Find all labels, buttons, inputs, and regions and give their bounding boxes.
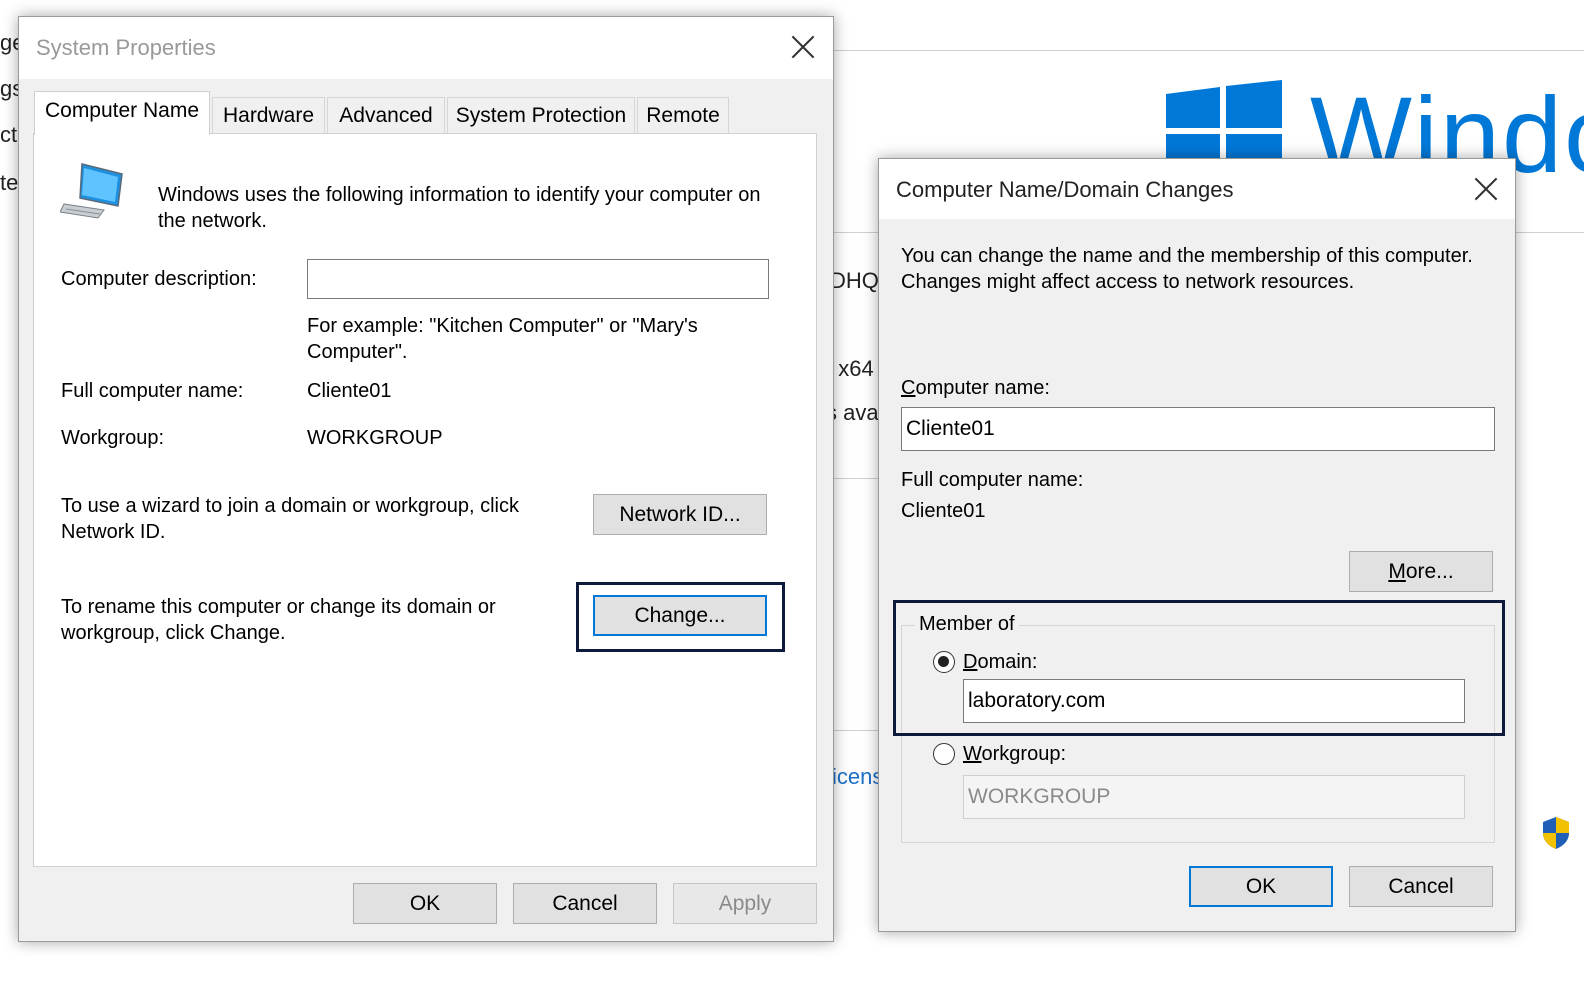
workgroup-label: Workgroup: <box>61 427 165 449</box>
ok-button[interactable]: OK <box>353 883 497 924</box>
full-computer-name-label: Full computer name: <box>901 469 1084 491</box>
tab-panel: Windows uses the following information t… <box>33 133 817 867</box>
system-properties-dialog: System Properties Computer Name Hardware… <box>18 16 834 942</box>
full-computer-name-label: Full computer name: <box>61 380 244 402</box>
title-bar: Computer Name/Domain Changes <box>879 159 1515 219</box>
bg-fragment: DHQ <box>830 268 879 293</box>
domain-input[interactable] <box>963 679 1465 723</box>
network-id-button[interactable]: Network ID... <box>593 494 767 535</box>
example-text: For example: "Kitchen Computer" or "Mary… <box>307 315 698 363</box>
domain-radio[interactable] <box>933 651 955 673</box>
domain-changes-dialog: Computer Name/Domain Changes You can cha… <box>878 158 1516 932</box>
tab-system-protection[interactable]: System Protection <box>447 97 635 135</box>
tab-label: Computer Name <box>44 99 200 122</box>
computer-description-input[interactable] <box>307 259 769 299</box>
cancel-button[interactable]: Cancel <box>1349 866 1493 907</box>
bg-fragment: te <box>0 170 19 195</box>
workgroup-radio[interactable] <box>933 743 955 765</box>
cancel-button[interactable]: Cancel <box>513 883 657 924</box>
intro-text: Windows uses the following information t… <box>158 184 761 232</box>
workgroup-value: WORKGROUP <box>307 427 443 449</box>
apply-button[interactable]: Apply <box>673 883 817 924</box>
bg-fragment: s avai <box>826 400 884 425</box>
tab-hardware[interactable]: Hardware <box>212 97 325 135</box>
bg-divider <box>834 50 1584 51</box>
tab-label: Remote <box>646 104 720 127</box>
member-of-label: Member of <box>915 611 1019 637</box>
workgroup-label: Workgroup: <box>963 743 1067 765</box>
more-button[interactable]: More... <box>1349 551 1493 592</box>
tab-remote[interactable]: Remote <box>637 97 729 135</box>
ok-button[interactable]: OK <box>1189 866 1333 907</box>
bg-divider <box>834 478 884 479</box>
intro-text: You can change the name and the membersh… <box>901 245 1473 293</box>
dialog-title: System Properties <box>36 35 216 60</box>
tab-computer-name[interactable]: Computer Name <box>34 91 210 135</box>
tab-advanced[interactable]: Advanced <box>327 97 445 135</box>
computer-name-label: Computer name: <box>901 377 1050 399</box>
tab-label: System Protection <box>455 104 627 127</box>
computer-name-input[interactable] <box>901 407 1495 451</box>
domain-label: Domain: <box>963 651 1038 673</box>
computer-icon <box>60 163 123 219</box>
close-icon[interactable] <box>1473 176 1499 202</box>
bg-license-link[interactable]: icens <box>832 764 883 790</box>
full-computer-name-value: Cliente01 <box>901 500 986 522</box>
rename-text: To rename this computer or change its do… <box>61 596 496 644</box>
windows-logo-icon <box>1166 80 1282 164</box>
bg-divider <box>834 730 884 731</box>
workgroup-input[interactable] <box>963 775 1465 819</box>
tab-label: Advanced <box>339 104 433 127</box>
network-id-text: To use a wizard to join a domain or work… <box>61 495 519 543</box>
change-button[interactable]: Change... <box>593 595 767 636</box>
uac-shield-icon <box>1543 817 1569 849</box>
tab-label: Hardware <box>222 104 315 127</box>
dialog-title: Computer Name/Domain Changes <box>896 177 1234 202</box>
computer-description-label: Computer description: <box>61 268 257 290</box>
title-bar: System Properties <box>19 17 833 79</box>
full-computer-name-value: Cliente01 <box>307 380 392 402</box>
close-icon[interactable] <box>790 34 816 60</box>
